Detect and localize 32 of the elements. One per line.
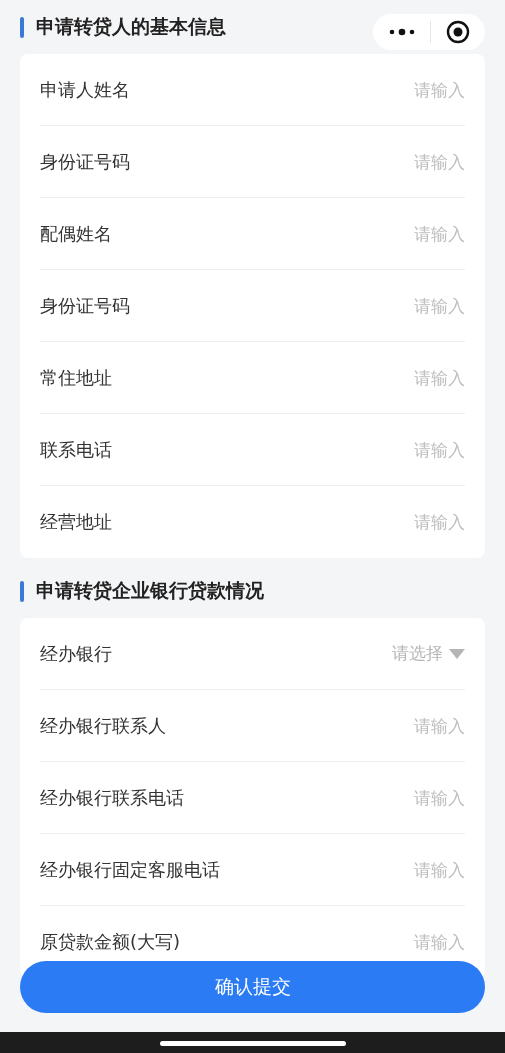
input-field[interactable]: 请输入 xyxy=(345,787,465,808)
input-field[interactable]: 请输入 xyxy=(345,439,465,460)
close-icon[interactable] xyxy=(445,20,470,44)
section-title: 申请转贷人的基本信息 xyxy=(36,14,226,39)
section-title: 申请转贷企业银行贷款情况 xyxy=(36,578,264,603)
field-label: 联系电话 xyxy=(40,437,112,462)
field-label: 常住地址 xyxy=(40,365,112,390)
dropdown[interactable]: 请选择 xyxy=(392,642,465,665)
field-label: 经办银行联系人 xyxy=(40,713,166,738)
input-field[interactable]: 请输入 xyxy=(345,223,465,244)
field-label: 申请人姓名 xyxy=(40,77,130,102)
input-field[interactable]: 请输入 xyxy=(345,512,465,532)
field-label: 经办银行联系电话 xyxy=(40,785,184,810)
submit-button[interactable]: 确认提交 xyxy=(20,961,485,1013)
more-icon[interactable] xyxy=(388,28,417,36)
input-field[interactable]: 请输入 xyxy=(345,79,465,100)
field-label: 配偶姓名 xyxy=(40,221,112,246)
input-field[interactable]: 请输入 xyxy=(345,932,465,952)
input-field[interactable]: 请输入 xyxy=(345,295,465,316)
field-label: 原贷款金额(大写) xyxy=(40,930,181,954)
input-field[interactable]: 请输入 xyxy=(345,715,465,736)
field-label: 经办银行固定客服电话 xyxy=(40,857,220,882)
field-label: 身份证号码 xyxy=(40,293,130,318)
caret-icon xyxy=(449,648,465,659)
input-field[interactable]: 请输入 xyxy=(345,859,465,880)
field-label: 经营地址 xyxy=(40,510,112,534)
input-field[interactable]: 请输入 xyxy=(345,367,465,388)
field-label: 经办银行 xyxy=(40,641,112,666)
section-marker xyxy=(20,16,24,38)
input-field[interactable]: 请输入 xyxy=(345,151,465,172)
field-label: 身份证号码 xyxy=(40,149,130,174)
section-marker xyxy=(20,580,24,602)
